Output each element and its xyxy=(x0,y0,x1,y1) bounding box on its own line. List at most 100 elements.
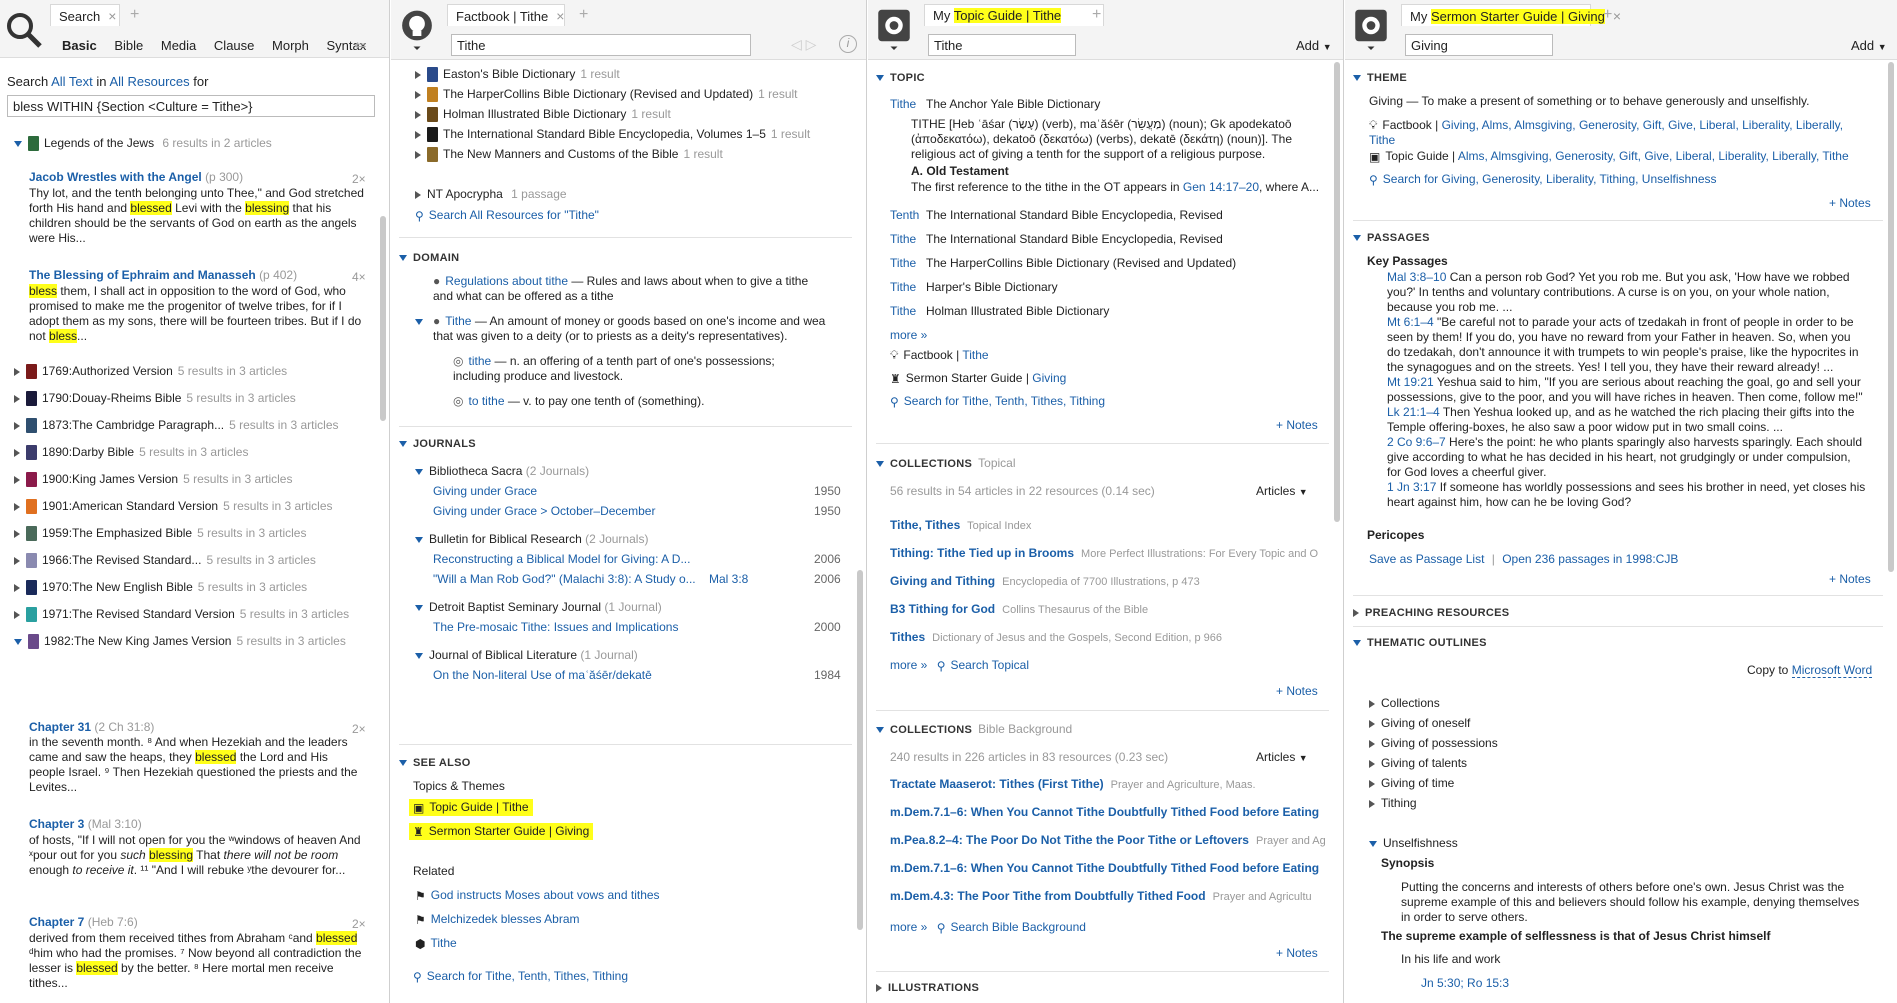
journal-group-0[interactable]: Bibliotheca Sacra (2 Journals) xyxy=(415,464,589,478)
passage-ref[interactable]: Mal 3:8–10 xyxy=(1387,270,1446,284)
sermon-scrollbar[interactable] xyxy=(1888,62,1894,572)
collections-topical-header[interactable]: COLLECTIONS Topical xyxy=(876,456,1016,470)
collection-title[interactable]: m.Pea.8.2–4: The Poor Do Not Tithe the P… xyxy=(890,833,1249,847)
scope-all-text[interactable]: All Text xyxy=(51,74,93,89)
back-arrow-icon[interactable]: ⇐ xyxy=(354,36,367,54)
expand-icon[interactable] xyxy=(415,110,421,119)
coll2-more-row[interactable]: more » ⚲ Search Bible Background xyxy=(890,920,1086,935)
expand-icon[interactable] xyxy=(1369,779,1375,788)
apocrypha-row[interactable]: NT Apocrypha 1 passage xyxy=(415,187,567,201)
notes-link[interactable]: + Notes xyxy=(1276,946,1318,960)
result-group-11[interactable]: 1982:The New King James Version 5 results… xyxy=(14,634,346,650)
sermon-search-input[interactable]: Giving xyxy=(1405,34,1553,56)
add-tab-icon[interactable]: + xyxy=(579,6,588,24)
article-title[interactable]: "Will a Man Rob God?" (Malachi 3:8): A S… xyxy=(433,572,696,586)
sermon-guide-link[interactable]: ♜ Sermon Starter Guide | Giving xyxy=(409,823,594,840)
collection-item[interactable]: Tithe, Tithes Topical Index xyxy=(890,518,1329,532)
result-group-3[interactable]: 1873:The Cambridge Paragraph... 5 results… xyxy=(14,418,339,434)
collapse-icon[interactable] xyxy=(415,652,423,659)
hit-title[interactable]: Chapter 31 xyxy=(29,720,91,734)
resource-row-0[interactable]: Easton's Bible Dictionary 1 result xyxy=(415,67,620,83)
preaching-header[interactable]: PREACHING RESOURCES xyxy=(1353,607,1509,619)
collection-item[interactable]: m.Pea.8.2–4: The Poor Do Not Tithe the P… xyxy=(890,833,1329,847)
journal-article[interactable]: Reconstructing a Biblical Model for Givi… xyxy=(433,552,690,566)
notes-link[interactable]: + Notes xyxy=(1276,684,1318,698)
collection-item[interactable]: m.Dem.4.3: The Poor Tithe from Doubtfull… xyxy=(890,889,1329,903)
result-group-5[interactable]: 1900:King James Version 5 results in 3 ar… xyxy=(14,472,292,488)
outlines-header[interactable]: THEMATIC OUTLINES xyxy=(1353,637,1487,649)
expand-icon[interactable] xyxy=(14,475,20,484)
collection-title[interactable]: B3 Tithing for God xyxy=(890,602,995,616)
journal-group-2[interactable]: Detroit Baptist Seminary Journal (1 Jour… xyxy=(415,600,662,614)
outline-item[interactable]: Giving of talents xyxy=(1369,756,1467,770)
domain-2-expander[interactable] xyxy=(415,314,429,328)
result-group-4[interactable]: 1890:Darby Bible 5 results in 3 articles xyxy=(14,445,248,461)
result-group-0[interactable]: Legends of the Jews 6 results in 2 artic… xyxy=(14,136,272,152)
factbook-scrollbar[interactable] xyxy=(857,570,863,930)
close-icon[interactable]: × xyxy=(1613,8,1621,24)
expand-icon[interactable] xyxy=(1369,759,1375,768)
collapse-icon[interactable] xyxy=(415,468,423,475)
expand-icon[interactable] xyxy=(415,150,421,159)
journal-article[interactable]: Giving under Grace xyxy=(433,484,537,498)
close-icon[interactable]: × xyxy=(556,8,564,24)
magnifier-icon[interactable] xyxy=(4,10,44,52)
collapse-icon[interactable] xyxy=(415,604,423,611)
entry-head[interactable]: Tithe xyxy=(890,280,926,294)
more-link[interactable]: more » xyxy=(890,328,927,342)
add-tab-icon[interactable]: + xyxy=(130,6,139,24)
outline-item[interactable]: Tithing xyxy=(1369,796,1417,810)
result-group-7[interactable]: 1959:The Emphasized Bible 5 results in 3 … xyxy=(14,526,306,542)
expand-icon[interactable] xyxy=(1369,699,1375,708)
passage-ref[interactable]: Lk 21:1–4 xyxy=(1387,405,1440,419)
journal-article[interactable]: Giving under Grace > October–December xyxy=(433,504,655,518)
collection-item[interactable]: B3 Tithing for God Collins Thesaurus of … xyxy=(890,602,1329,616)
collection-title[interactable]: m.Dem.4.3: The Poor Tithe from Doubtfull… xyxy=(890,889,1206,903)
coll1-more-row[interactable]: more » ⚲ Search Topical xyxy=(890,658,1029,673)
article-ref[interactable]: Mal 3:8 xyxy=(706,572,748,586)
illustrations-header[interactable]: ILLUSTRATIONS xyxy=(876,982,979,994)
copy-to-word-link[interactable]: Microsoft Word xyxy=(1791,663,1873,678)
entry-head[interactable]: Tithe xyxy=(890,256,926,270)
hit-title[interactable]: The Blessing of Ephraim and Manasseh xyxy=(29,268,256,282)
collection-item[interactable]: m.Dem.7.1–6: When You Cannot Tithe Doubt… xyxy=(890,861,1329,875)
topic-entry[interactable]: Tithe Harper's Bible Dictionary xyxy=(890,280,1058,294)
outline-item[interactable]: Collections xyxy=(1369,696,1440,710)
related-2[interactable]: ⬢ Tithe xyxy=(415,936,457,951)
expand-icon[interactable] xyxy=(1369,799,1375,808)
hit-title[interactable]: Jacob Wrestles with the Angel xyxy=(29,170,202,184)
life-refs[interactable]: Jn 5:30; Ro 15:3 xyxy=(1421,976,1509,990)
tab-bible[interactable]: Bible xyxy=(114,38,143,53)
tab-clause[interactable]: Clause xyxy=(214,38,254,53)
result-group-10[interactable]: 1971:The Revised Standard Version 5 resul… xyxy=(14,607,349,623)
add-tab-icon[interactable]: + xyxy=(1092,6,1101,24)
close-icon[interactable]: × xyxy=(108,8,116,24)
save-passage-list-link[interactable]: Save as Passage List xyxy=(1369,552,1484,566)
passages-header[interactable]: PASSAGES xyxy=(1353,232,1430,244)
expand-icon[interactable] xyxy=(415,70,421,79)
topic-search-for[interactable]: ⚲ Search for Tithe, Tenth, Tithes, Tithin… xyxy=(890,394,1105,409)
search-all-link[interactable]: ⚲ Search All Resources for "Tithe" xyxy=(415,208,599,223)
factbook-search-input[interactable]: Tithe xyxy=(451,34,751,56)
collection-title[interactable]: Tithe, Tithes xyxy=(890,518,960,532)
topic-guide-link[interactable]: ▣ Topic Guide | Tithe xyxy=(409,799,533,816)
passage-ref[interactable]: Mt 19:21 xyxy=(1387,375,1434,389)
passage-ref[interactable]: 1 Jn 3:17 xyxy=(1387,480,1436,494)
tab-morph[interactable]: Morph xyxy=(272,38,309,53)
scope-all-resources[interactable]: All Resources xyxy=(109,74,189,89)
search-scrollbar[interactable] xyxy=(380,216,386,421)
resource-row-4[interactable]: The New Manners and Customs of the Bible… xyxy=(415,147,723,163)
articles-dropdown[interactable]: Articles ▼ xyxy=(1256,750,1308,764)
search-for-link[interactable]: ⚲ Search for Tithe, Tenth, Tithes, Tithin… xyxy=(413,969,628,984)
hit-title[interactable]: Chapter 7 xyxy=(29,915,84,929)
article-title[interactable]: Giving under Grace xyxy=(433,484,537,498)
expand-icon[interactable] xyxy=(1369,719,1375,728)
journal-group-3[interactable]: Journal of Biblical Literature (1 Journa… xyxy=(415,648,638,662)
result-group-1[interactable]: 1769:Authorized Version 5 results in 3 ar… xyxy=(14,364,287,380)
collection-title[interactable]: Giving and Tithing xyxy=(890,574,995,588)
result-group-6[interactable]: 1901:American Standard Version 5 results … xyxy=(14,499,333,515)
expand-icon[interactable] xyxy=(14,529,20,538)
topic-entry-1[interactable]: Tithe The Anchor Yale Bible Dictionary xyxy=(890,97,1100,111)
outline-unselfishness[interactable]: Unselfishness xyxy=(1369,836,1458,850)
collapse-icon[interactable] xyxy=(415,536,423,543)
